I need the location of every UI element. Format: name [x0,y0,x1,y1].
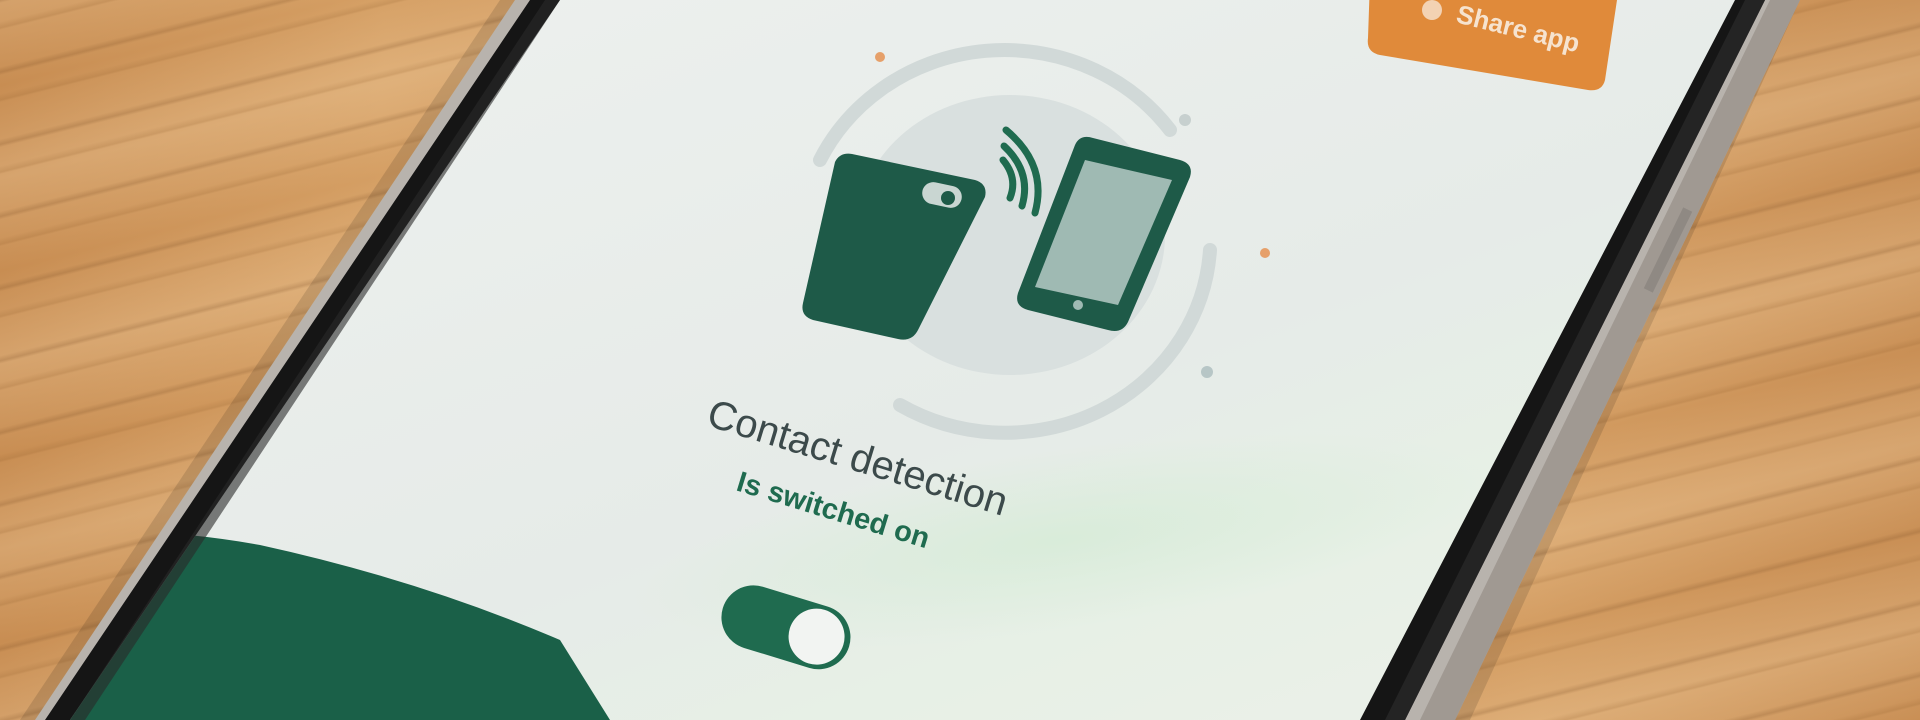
decor-dot [1260,248,1270,258]
decor-dot [1201,366,1213,378]
decor-dot [875,52,885,62]
phone-photo: Share app Contact detection Is switched … [20,0,1800,720]
decor-dot [1179,114,1191,126]
share-icon [1422,0,1442,20]
